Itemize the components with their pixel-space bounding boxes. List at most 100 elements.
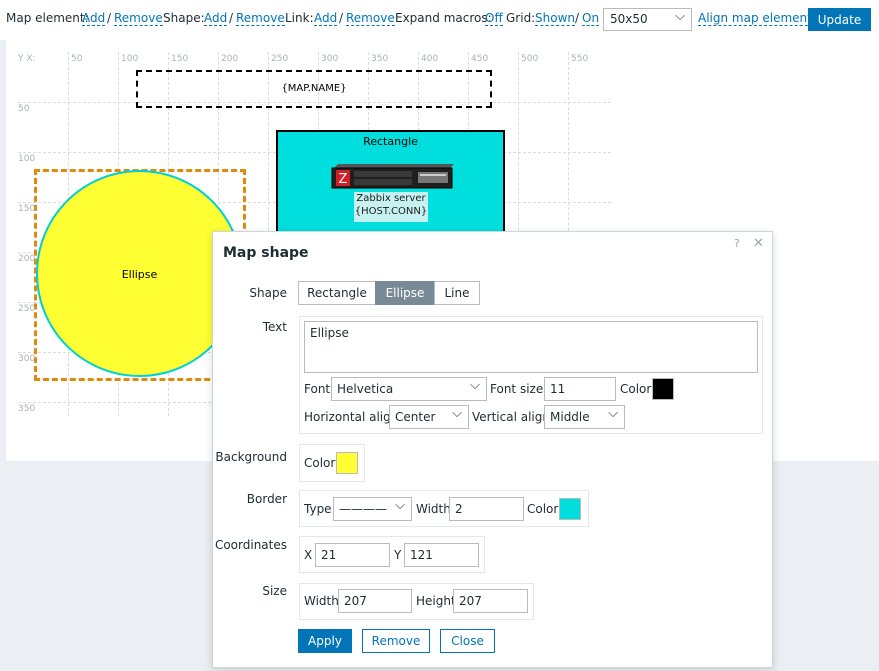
x-tick-label: 350 bbox=[371, 54, 389, 64]
add-link-link[interactable]: Add bbox=[314, 11, 338, 26]
text-value: Ellipse bbox=[310, 326, 349, 340]
separator: / bbox=[229, 11, 234, 25]
border-width-label: Width bbox=[416, 502, 451, 516]
help-icon[interactable]: ? bbox=[734, 237, 740, 250]
grid-shown-toggle[interactable]: Shown bbox=[535, 11, 575, 26]
size-field-label: Size bbox=[262, 584, 287, 598]
close-button[interactable]: Close bbox=[440, 629, 495, 653]
link-label: Link: bbox=[285, 11, 314, 25]
x-tick-label: 500 bbox=[521, 54, 539, 64]
map-name-text: {MAP.NAME} bbox=[281, 83, 347, 94]
x-tick-label: 100 bbox=[121, 54, 139, 64]
apply-button[interactable]: Apply bbox=[298, 629, 352, 653]
coordinates-field-label: Coordinates bbox=[214, 538, 287, 552]
border-type-label: Type bbox=[304, 502, 332, 516]
y-tick-label: 150 bbox=[18, 204, 36, 214]
remove-shape-link[interactable]: Remove bbox=[236, 11, 285, 26]
text-field-label: Text bbox=[262, 320, 287, 334]
add-element-link[interactable]: Add bbox=[82, 11, 106, 26]
x-tick-label: 300 bbox=[321, 54, 339, 64]
font-size-label: Font size bbox=[490, 382, 544, 396]
y-tick-label: 50 bbox=[18, 104, 30, 114]
x-tick-label: 50 bbox=[71, 54, 83, 64]
font-select[interactable]: Helvetica bbox=[331, 377, 487, 401]
shape-option-line[interactable]: Line bbox=[434, 281, 480, 305]
add-shape-link[interactable]: Add bbox=[204, 11, 228, 26]
font-value: Helvetica bbox=[337, 382, 394, 396]
border-type-value: ———— bbox=[339, 502, 387, 516]
grid-size-select[interactable]: 50x50 bbox=[603, 8, 692, 31]
halign-select[interactable]: Center bbox=[389, 405, 469, 429]
x-value: 21 bbox=[321, 548, 337, 562]
y-input[interactable]: 121 bbox=[404, 543, 479, 567]
text-color-swatch[interactable] bbox=[652, 378, 674, 400]
border-field-label: Border bbox=[246, 492, 287, 506]
size-height-value: 207 bbox=[459, 594, 482, 608]
x-tick-label: 450 bbox=[471, 54, 489, 64]
grid-label: Grid: bbox=[506, 11, 536, 25]
remove-element-link[interactable]: Remove bbox=[114, 11, 163, 26]
close-icon[interactable]: ✕ bbox=[753, 236, 764, 251]
border-color-label: Color bbox=[527, 502, 559, 516]
size-width-value: 207 bbox=[344, 594, 367, 608]
remove-button[interactable]: Remove bbox=[362, 629, 430, 653]
update-button[interactable]: Update bbox=[808, 8, 871, 31]
border-width-input[interactable]: 2 bbox=[449, 497, 524, 521]
separator: / bbox=[339, 11, 344, 25]
background-field-label: Background bbox=[215, 450, 287, 464]
host-name: Zabbix server bbox=[356, 193, 426, 204]
align-map-elements-link[interactable]: Align map elements bbox=[698, 11, 819, 26]
border-color-swatch[interactable] bbox=[559, 498, 581, 520]
axis-label: Y X: bbox=[18, 54, 36, 64]
expand-macros-toggle[interactable]: Off bbox=[485, 11, 503, 26]
x-tick-label: 200 bbox=[221, 54, 239, 64]
x-tick-label: 150 bbox=[171, 54, 189, 64]
halign-label: Horizontal align bbox=[304, 410, 399, 424]
x-input[interactable]: 21 bbox=[315, 543, 390, 567]
host-label: Zabbix server {HOST.CONN} bbox=[354, 192, 428, 222]
expand-macros-label: Expand macros: bbox=[395, 11, 492, 25]
valign-select[interactable]: Middle bbox=[544, 405, 625, 429]
y-tick-label: 250 bbox=[18, 304, 36, 314]
server-icon[interactable]: Z bbox=[328, 162, 456, 190]
ellipse-label: Ellipse bbox=[121, 268, 158, 281]
size-width-input[interactable]: 207 bbox=[338, 589, 412, 613]
size-height-input[interactable]: 207 bbox=[453, 589, 528, 613]
map-name-shape[interactable]: {MAP.NAME} bbox=[136, 70, 492, 108]
shape-option-rectangle[interactable]: Rectangle bbox=[298, 281, 376, 305]
y-tick-label: 350 bbox=[18, 404, 36, 414]
background-color-swatch[interactable] bbox=[336, 452, 358, 474]
valign-label: Vertical align bbox=[472, 410, 550, 424]
map-shape-dialog: Map shape ? ✕ Shape Rectangle Ellipse Li… bbox=[212, 231, 773, 668]
grid-on-toggle[interactable]: On bbox=[582, 11, 600, 26]
shape-label: Shape: bbox=[163, 11, 205, 25]
shape-option-ellipse[interactable]: Ellipse bbox=[375, 281, 435, 305]
size-width-label: Width bbox=[304, 594, 339, 608]
remove-link-link[interactable]: Remove bbox=[346, 11, 395, 26]
border-width-value: 2 bbox=[455, 502, 463, 516]
y-tick-label: 100 bbox=[18, 154, 36, 164]
shape-field-label: Shape bbox=[249, 286, 287, 300]
size-height-label: Height bbox=[416, 594, 456, 608]
border-type-select[interactable]: ———— bbox=[333, 497, 412, 521]
y-label: Y bbox=[394, 548, 402, 562]
separator: / bbox=[575, 11, 580, 25]
background-color-label: Color bbox=[304, 456, 336, 470]
font-label: Font bbox=[304, 382, 331, 396]
map-toolbar: Map element: Add / Remove Shape: Add / R… bbox=[0, 0, 879, 40]
y-tick-label: 200 bbox=[18, 254, 36, 264]
rectangle-label: Rectangle bbox=[363, 135, 418, 148]
halign-value: Center bbox=[395, 410, 436, 424]
svg-text:Z: Z bbox=[339, 172, 348, 187]
valign-value: Middle bbox=[550, 410, 590, 424]
font-size-input[interactable]: 11 bbox=[544, 377, 616, 401]
text-textarea[interactable]: Ellipse bbox=[304, 321, 758, 373]
y-tick-label: 300 bbox=[18, 354, 36, 364]
map-element-label: Map element: bbox=[6, 11, 89, 25]
x-label: X bbox=[304, 548, 313, 562]
y-value: 121 bbox=[410, 548, 433, 562]
font-size-value: 11 bbox=[550, 382, 566, 396]
text-color-label: Color bbox=[620, 382, 652, 396]
separator: / bbox=[107, 11, 112, 25]
dialog-title: Map shape bbox=[223, 245, 309, 261]
